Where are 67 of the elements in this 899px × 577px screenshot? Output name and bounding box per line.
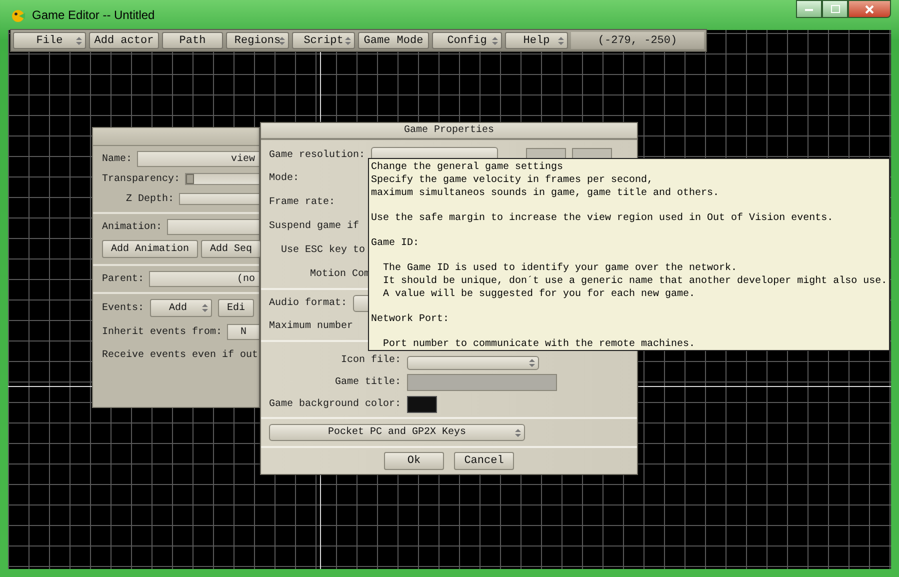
field-label: Frame rate: — [269, 196, 336, 208]
events-button[interactable]: Add — [150, 299, 212, 317]
dropdown-arrow-icon — [202, 304, 208, 312]
tooltip-text: The Game ID is used to identify your game over the network. It should be unique, don´t use a generic name that another developer might also use. A value will be suggested for you for each new game. — [382, 262, 888, 301]
field-label: Inherit events from: — [102, 326, 222, 338]
field-label: Events: — [102, 302, 144, 314]
tooltip-text: Port number to communicate with the remote machines. — [382, 338, 696, 351]
dropdown-arrow-icon — [515, 429, 521, 437]
field-label: Receive events even if out — [102, 350, 258, 360]
inherit-dropdown[interactable]: N — [227, 324, 259, 340]
dropdown-arrow-icon — [345, 37, 351, 45]
icon-file-dropdown[interactable] — [407, 356, 539, 370]
close-icon — [865, 4, 874, 14]
panel-button[interactable]: Add Animation — [102, 240, 198, 258]
tooltip-text: Use the safe margin to increase the view region used in Out of Vision events. — [371, 212, 834, 225]
menu-button[interactable]: File — [13, 32, 86, 49]
game-title-field[interactable] — [407, 374, 557, 390]
z-depth-field[interactable] — [179, 193, 259, 205]
menu-button[interactable]: Game Mode — [358, 32, 429, 49]
close-button[interactable] — [848, 0, 891, 18]
tooltip-text: Change the general game settings Specify the game velocity in frames per second, maximum simultaneos sounds in game, game title and others. — [371, 161, 720, 200]
field-label: Mode: — [269, 172, 300, 184]
dialog-title: Game Properties — [404, 125, 494, 136]
maximize-icon — [830, 5, 840, 13]
app-logo-icon — [10, 7, 26, 23]
field-label: Suspend game if — [269, 220, 360, 232]
ok-button[interactable]: Ok — [384, 452, 444, 470]
transparency-slider[interactable] — [185, 173, 259, 185]
panel-button[interactable]: Add Seq — [201, 240, 262, 258]
minimize-button[interactable] — [796, 0, 822, 18]
dropdown-arrow-icon — [76, 37, 82, 45]
field-label: Audio format: — [269, 298, 348, 309]
animation-dropdown[interactable] — [167, 219, 259, 235]
field-label: Game title: — [334, 376, 401, 388]
menu-button[interactable]: Path — [162, 32, 223, 49]
field-label: Game background color: — [269, 398, 401, 410]
tooltip-text: Game ID: — [371, 237, 420, 250]
dropdown-arrow-icon — [529, 359, 535, 367]
field-label: Animation: — [102, 222, 162, 232]
field-label: Maximum number — [269, 321, 354, 332]
maximize-button[interactable] — [822, 0, 848, 18]
menu-button[interactable]: Regions — [226, 32, 289, 49]
minimize-icon — [805, 8, 813, 10]
parent-dropdown[interactable]: (no — [149, 271, 259, 287]
field-label: Icon file: — [340, 354, 401, 366]
keys-dropdown[interactable]: Pocket PC and GP2X Keys — [269, 424, 525, 441]
menu-button[interactable]: Help — [505, 32, 568, 49]
cancel-button[interactable]: Cancel — [454, 452, 514, 470]
name-field[interactable]: view — [137, 151, 259, 167]
dropdown-arrow-icon — [279, 37, 285, 45]
field-label: Parent: — [102, 274, 144, 284]
dropdown-arrow-icon — [492, 37, 498, 45]
slider-thumb[interactable] — [186, 174, 194, 184]
events-button[interactable]: Edi — [218, 299, 254, 317]
field-label: Name: — [102, 154, 132, 164]
menu-button[interactable]: Script — [292, 32, 355, 49]
coordinates-readout: (-279, -250) — [571, 32, 704, 49]
field-label: Z Depth: — [126, 194, 174, 204]
dropdown-arrow-icon — [558, 37, 564, 45]
field-label: Game resolution: — [269, 150, 366, 160]
color-swatch[interactable] — [407, 396, 437, 412]
window-title: Game Editor -- Untitled — [32, 8, 155, 22]
menu-button[interactable]: Config — [432, 32, 502, 49]
menu-button[interactable]: Add actor — [89, 32, 159, 49]
tooltip-text: Network Port: — [371, 313, 450, 326]
field-label: Use ESC key to — [281, 244, 366, 256]
field-label: Transparency: — [102, 174, 180, 184]
